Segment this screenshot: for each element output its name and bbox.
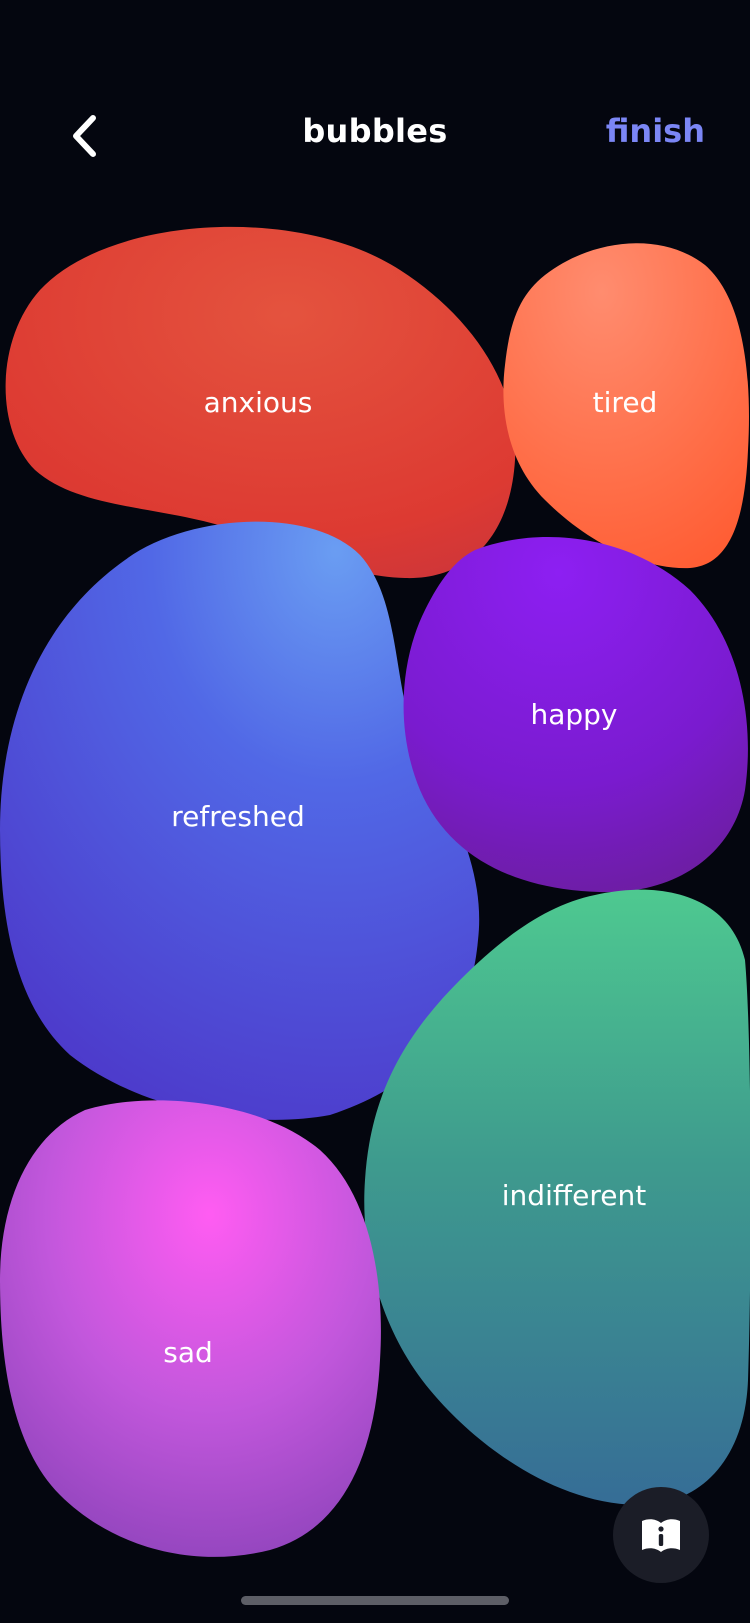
book-info-icon <box>642 1519 680 1552</box>
bubble-label-sad: sad <box>163 1336 213 1369</box>
bubble-label-anxious: anxious <box>204 386 313 419</box>
bubble-label-happy: happy <box>530 698 617 731</box>
info-button[interactable] <box>613 1487 709 1583</box>
bubble-label-tired: tired <box>593 386 658 419</box>
bubble-tired[interactable]: tired <box>503 243 749 569</box>
bubble-happy[interactable]: happy <box>403 537 748 893</box>
bubble-canvas: anxious tired refreshed happy indifferen… <box>0 226 750 1557</box>
bubble-label-indifferent: indifferent <box>502 1179 646 1212</box>
bubble-refreshed[interactable]: refreshed <box>0 521 480 1120</box>
bubble-label-refreshed: refreshed <box>171 800 304 833</box>
bubble-sad[interactable]: sad <box>0 1100 381 1557</box>
home-indicator <box>241 1596 509 1605</box>
